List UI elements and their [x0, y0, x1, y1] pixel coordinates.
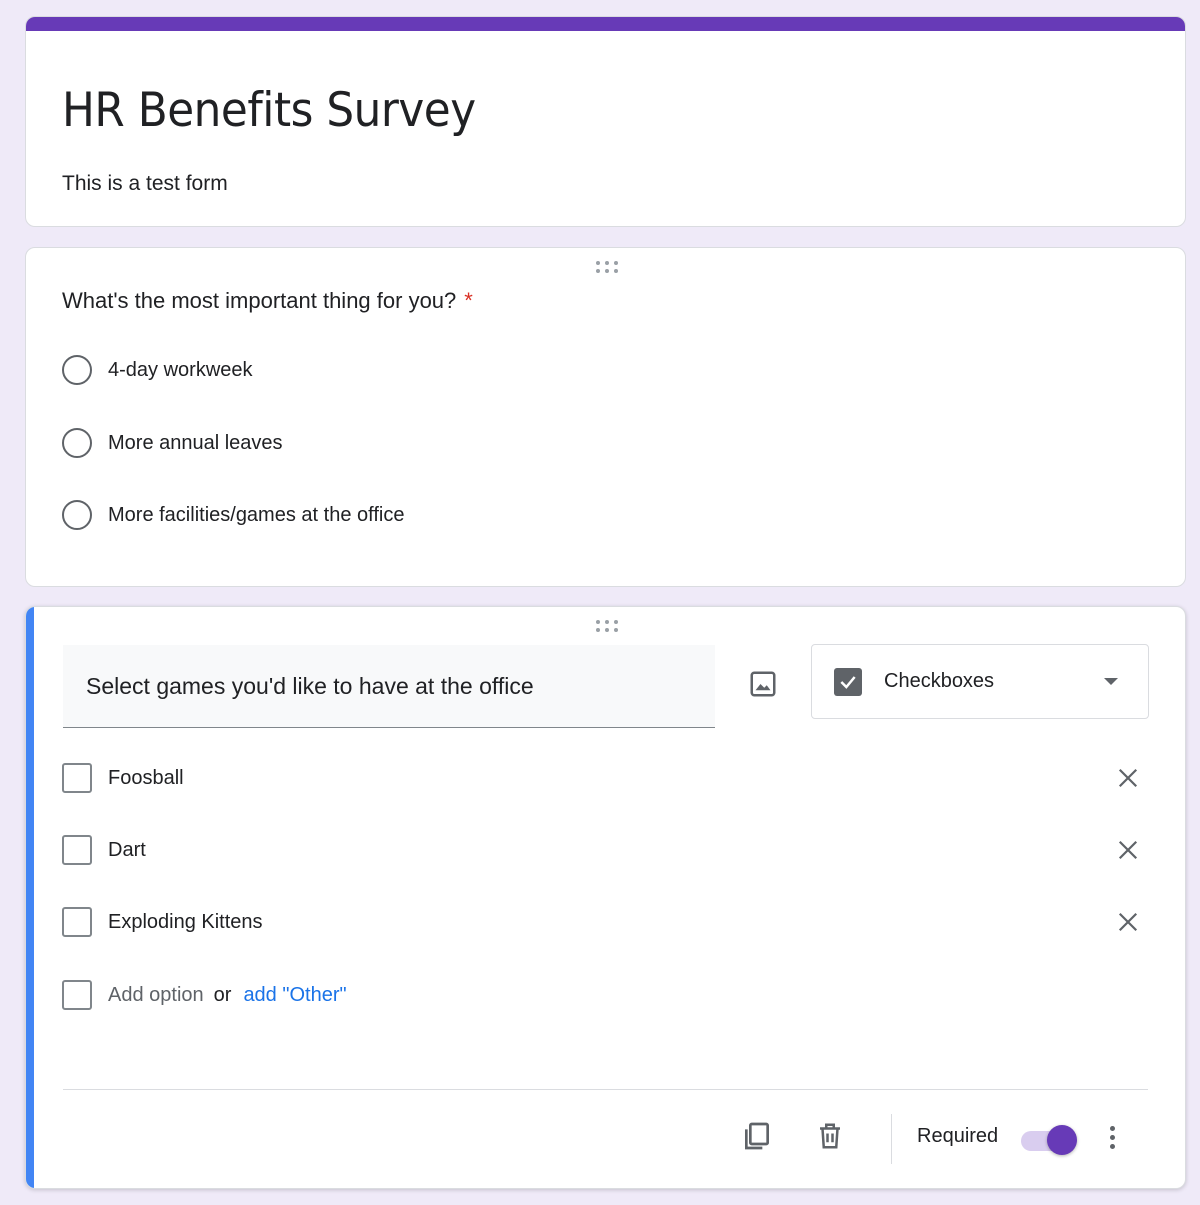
checkbox[interactable] [62, 907, 92, 937]
question-card-2[interactable]: Select games you'd like to have at the o… [25, 606, 1186, 1189]
radio-button[interactable] [62, 428, 92, 458]
active-question-indicator [26, 607, 34, 1188]
add-option-row: Add option or add "Other" [62, 979, 1142, 1011]
checkbox-option[interactable]: Exploding Kittens [62, 906, 1142, 938]
radio-button[interactable] [62, 355, 92, 385]
footer-separator [891, 1114, 892, 1164]
trash-icon[interactable] [812, 1118, 848, 1154]
checkbox [62, 980, 92, 1010]
image-icon-graphic [750, 671, 776, 697]
close-icon[interactable] [1114, 836, 1142, 864]
checkbox-option[interactable]: Foosball [62, 762, 1142, 794]
required-label: Required [917, 1125, 999, 1147]
add-option-input[interactable]: Add option [108, 984, 204, 1007]
add-other-link[interactable]: add "Other" [243, 984, 346, 1007]
option-label: More facilities/games at the office [108, 503, 405, 526]
form-title[interactable]: HR Benefits Survey [62, 83, 476, 139]
image-icon[interactable] [740, 661, 786, 707]
chevron-down-icon [1104, 678, 1118, 685]
form-description[interactable]: This is a test form [62, 171, 228, 197]
close-icon[interactable] [1114, 764, 1142, 792]
option-label[interactable]: Foosball [108, 767, 184, 790]
toggle-thumb [1047, 1125, 1077, 1155]
checkbox-option[interactable]: Dart [62, 834, 1142, 866]
radio-option[interactable]: More facilities/games at the office [62, 499, 404, 531]
more-vertical-icon[interactable] [1100, 1122, 1124, 1152]
question-1-title-text: What's the most important thing for you? [62, 288, 457, 313]
option-label: More annual leaves [108, 431, 283, 454]
required-asterisk: * [464, 288, 473, 313]
footer-divider [63, 1089, 1148, 1090]
drag-handle-icon[interactable] [594, 260, 620, 274]
option-label[interactable]: Dart [108, 839, 146, 862]
theme-accent-bar [26, 17, 1185, 31]
question-type-dropdown[interactable]: Checkboxes [811, 644, 1149, 719]
option-label: 4-day workweek [108, 358, 253, 381]
required-toggle[interactable] [1021, 1124, 1079, 1155]
radio-option[interactable]: 4-day workweek [62, 354, 253, 386]
or-text: or [213, 983, 232, 1006]
close-icon[interactable] [1114, 908, 1142, 936]
copy-icon[interactable] [739, 1118, 775, 1154]
checkbox-icon [834, 667, 862, 696]
checkbox[interactable] [62, 763, 92, 793]
question-card-1[interactable]: What's the most important thing for you?… [25, 247, 1186, 587]
question-title-input[interactable]: Select games you'd like to have at the o… [63, 645, 715, 728]
option-label[interactable]: Exploding Kittens [108, 911, 263, 934]
radio-button[interactable] [62, 500, 92, 530]
drag-handle-icon[interactable] [594, 619, 620, 633]
checkbox[interactable] [62, 835, 92, 865]
radio-option[interactable]: More annual leaves [62, 427, 283, 459]
question-1-title: What's the most important thing for you?… [62, 286, 473, 316]
question-type-label: Checkboxes [884, 670, 995, 692]
form-header-card[interactable]: HR Benefits Survey This is a test form [25, 16, 1186, 227]
